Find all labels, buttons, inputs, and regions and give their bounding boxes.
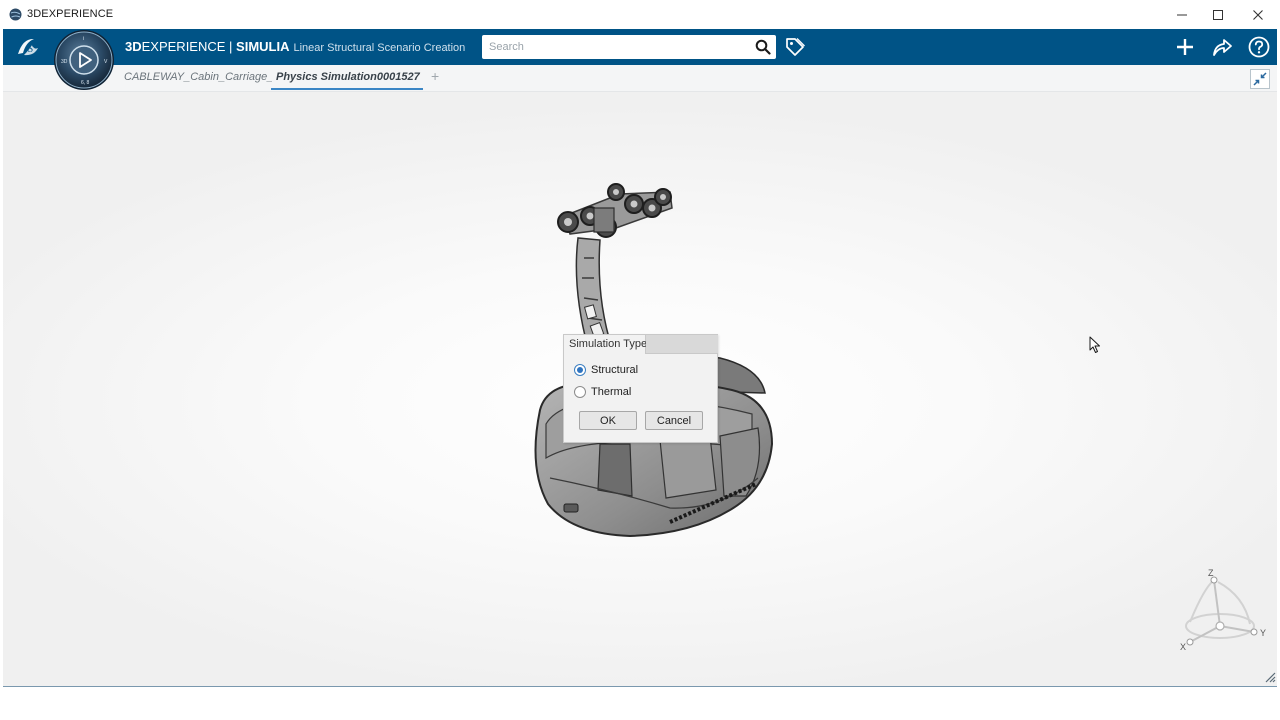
search-box [482, 35, 776, 59]
close-icon [1253, 9, 1263, 20]
thermal-radio[interactable] [574, 386, 586, 398]
app-top-bar: S 3DEXPERIENCE | SIMULIA Linear Structura… [3, 29, 1277, 65]
viewport-bottom-border [3, 686, 1277, 687]
triad-z-label: Z [1208, 568, 1214, 578]
triad-x-label: X [1180, 642, 1186, 652]
dialog-title-tab: Simulation Type [564, 335, 648, 354]
share-icon[interactable] [1210, 35, 1234, 59]
resize-grip-icon[interactable] [1264, 671, 1276, 683]
add-tab-button[interactable]: + [431, 68, 439, 84]
search-icon[interactable] [755, 39, 771, 55]
svg-text:S: S [28, 44, 33, 55]
maximize-icon [1213, 9, 1223, 20]
help-icon[interactable] [1247, 35, 1271, 59]
ok-button[interactable]: OK [579, 411, 637, 430]
brand-3d: 3D [125, 39, 142, 54]
brand-experience: EXPERIENCE | [141, 39, 237, 54]
cancel-button[interactable]: Cancel [645, 411, 703, 430]
ds-logo-icon[interactable]: S [15, 35, 41, 59]
thermal-label: Thermal [591, 386, 632, 398]
app-brand: 3DEXPERIENCE | SIMULIA Linear Structural … [125, 39, 465, 54]
simulation-type-dialog: Simulation Type Structural Thermal OK Ca… [563, 334, 718, 443]
triad-y-label: Y [1260, 628, 1266, 638]
dialog-title-bar-fill [646, 335, 718, 354]
tab-bar: CABLEWAY_Cabin_Carriage_A Physics Simula… [3, 65, 1277, 92]
mouse-cursor-icon [1089, 336, 1100, 353]
plus-icon[interactable] [1173, 35, 1197, 59]
svg-text:i: i [83, 36, 84, 42]
maximize-button[interactable] [1198, 0, 1238, 29]
tag-icon[interactable] [784, 36, 806, 58]
active-tab-indicator [271, 88, 423, 90]
minimize-icon [1177, 14, 1187, 15]
orientation-triad-icon[interactable]: Z Y X [1174, 566, 1272, 656]
compass-icon[interactable]: 3D 6, 8 i V [53, 29, 115, 91]
dialog-title: Simulation Type [569, 338, 648, 350]
search-input[interactable] [482, 35, 748, 59]
app-globe-icon [9, 8, 22, 21]
tab-physics-simulation[interactable]: Physics Simulation0001527 [276, 71, 426, 83]
minimize-button[interactable] [1162, 0, 1202, 29]
close-button[interactable] [1238, 0, 1278, 29]
svg-text:6, 8: 6, 8 [81, 80, 90, 86]
tab-cableway-cabin[interactable]: CABLEWAY_Cabin_Carriage_A [124, 71, 272, 83]
structural-label: Structural [591, 364, 639, 376]
os-window-title: 3DEXPERIENCE [27, 8, 114, 20]
option-thermal[interactable]: Thermal [574, 384, 631, 400]
os-title-bar: 3DEXPERIENCE [0, 0, 1280, 29]
app-name: Linear Structural Scenario Creation [293, 42, 466, 54]
brand-product: SIMULIA [236, 39, 290, 54]
svg-text:3D: 3D [61, 59, 68, 65]
structural-radio[interactable] [574, 364, 586, 376]
collapse-button[interactable] [1250, 69, 1270, 89]
option-structural[interactable]: Structural [574, 362, 638, 378]
collapse-icon [1253, 72, 1267, 86]
app-window: 3DEXPERIENCE S 3DEXPERIENCE | SIMULIA Lin… [0, 0, 1280, 720]
